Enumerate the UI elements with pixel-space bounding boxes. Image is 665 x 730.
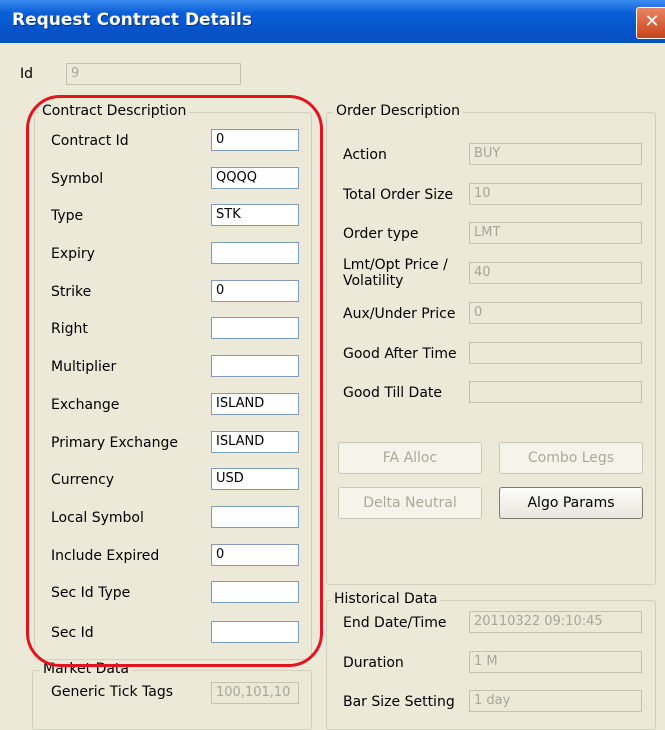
delta-neutral-button[interactable]: Delta Neutral [338,487,482,519]
sec-id-type-label: Sec Id Type [51,585,131,601]
include-expired-field[interactable]: 0 [211,544,299,566]
lmt-opt-price-field[interactable]: 40 [469,262,642,284]
exchange-field[interactable]: ISLAND [211,393,299,415]
contract-id-field[interactable]: 0 [211,129,299,151]
market-data-title: Market Data [40,661,133,677]
total-order-size-field[interactable]: 10 [469,183,642,205]
duration-field[interactable]: 1 M [469,651,642,673]
strike-label: Strike [51,284,92,300]
include-expired-label: Include Expired [51,548,160,564]
combo-legs-button[interactable]: Combo Legs [499,442,643,474]
contract-description-title: Contract Description [39,103,190,119]
local-symbol-field[interactable] [211,506,299,528]
id-field[interactable]: 9 [66,63,241,85]
symbol-label: Symbol [51,171,104,187]
primary-exchange-label: Primary Exchange [51,435,178,451]
expiry-label: Expiry [51,246,95,262]
strike-field[interactable]: 0 [211,280,299,302]
bar-size-setting-field[interactable]: 1 day [469,690,642,712]
duration-label: Duration [343,655,404,671]
contract-description-group [34,112,312,660]
aux-under-price-field[interactable]: 0 [469,302,642,324]
primary-exchange-field[interactable]: ISLAND [211,431,299,453]
algo-params-button[interactable]: Algo Params [499,487,643,519]
end-date-time-label: End Date/Time [343,615,447,631]
title-bar: Request Contract Details ✕ [0,0,665,43]
aux-under-price-label: Aux/Under Price [343,306,456,322]
sec-id-type-field[interactable] [211,581,299,603]
generic-tick-tags-field[interactable]: 100,101,10 [211,682,299,704]
type-label: Type [51,208,84,224]
action-label: Action [343,147,387,163]
right-label: Right [51,321,88,337]
close-icon[interactable]: ✕ [636,7,665,39]
expiry-field[interactable] [211,242,299,264]
good-after-time-field[interactable] [469,342,642,364]
good-after-time-label: Good After Time [343,346,457,362]
multiplier-field[interactable] [211,355,299,377]
historical-data-title: Historical Data [331,591,441,607]
order-type-label: Order type [343,226,419,242]
id-label: Id [20,66,34,82]
sec-id-label: Sec Id [51,625,94,641]
lmt-opt-price-label: Lmt/Opt Price / Volatility [343,257,448,289]
end-date-time-field[interactable]: 20110322 09:10:45 [469,611,642,633]
window-title: Request Contract Details [12,10,252,30]
currency-label: Currency [51,472,115,488]
local-symbol-label: Local Symbol [51,510,144,526]
total-order-size-label: Total Order Size [343,187,454,203]
order-description-title: Order Description [333,103,463,119]
multiplier-label: Multiplier [51,359,117,375]
symbol-field[interactable]: QQQQ [211,167,299,189]
fa-alloc-button[interactable]: FA Alloc [338,442,482,474]
right-field[interactable] [211,317,299,339]
generic-tick-tags-label: Generic Tick Tags [51,684,174,700]
exchange-label: Exchange [51,397,120,413]
sec-id-field[interactable] [211,621,299,643]
order-type-field[interactable]: LMT [469,222,642,244]
contract-id-label: Contract Id [51,133,129,149]
currency-field[interactable]: USD [211,468,299,490]
action-field[interactable]: BUY [469,143,642,165]
good-till-date-label: Good Till Date [343,385,443,401]
good-till-date-field[interactable] [469,381,642,403]
type-field[interactable]: STK [211,204,299,226]
